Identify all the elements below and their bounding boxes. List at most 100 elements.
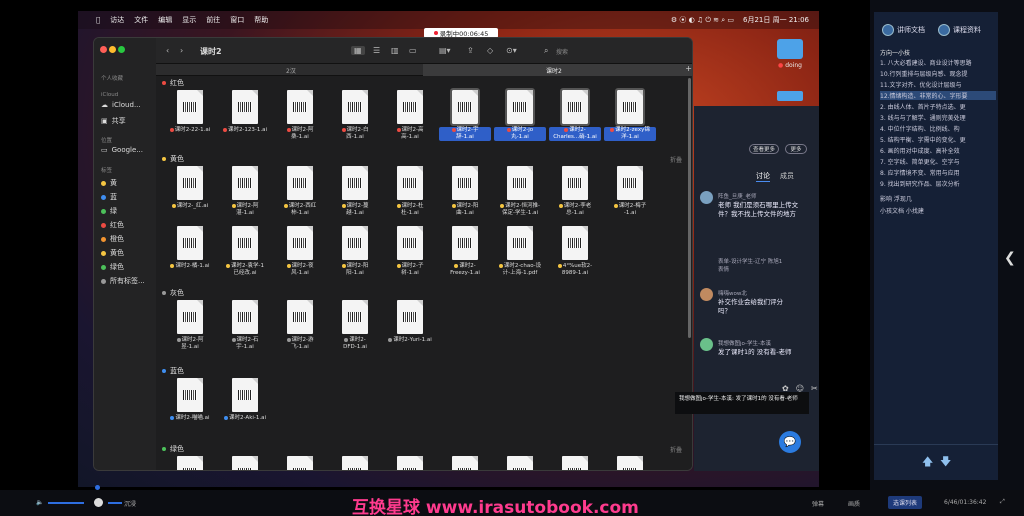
outline-item[interactable]: 4. 中位什字结构、比例线、构 (880, 124, 996, 133)
search-input[interactable]: 搜索 (556, 47, 568, 56)
tab-1[interactable]: 2汉 (286, 66, 296, 75)
sidebar-item-shared[interactable]: ▣ 共享 (101, 116, 126, 126)
outline-item[interactable]: 1. 八大必看建设、商业设计等思路 (880, 58, 996, 67)
group-header[interactable]: 绿色 (162, 444, 184, 454)
quality-toggle[interactable]: 画质 (848, 499, 860, 508)
sidebar-tag[interactable]: 黄色 (101, 248, 124, 258)
cut-icon[interactable]: ✂ (811, 384, 818, 393)
sidebar-tag[interactable]: 红色 (101, 220, 124, 230)
file-item[interactable]: 课时2-Yuri-1.ai (384, 300, 436, 362)
progress-handle[interactable] (95, 485, 100, 490)
clock[interactable]: 6月21日 周一 21:06 (743, 15, 809, 25)
group-header[interactable]: 红色 (162, 78, 184, 88)
file-item[interactable] (549, 456, 601, 470)
group-header[interactable]: 黄色 (162, 154, 184, 164)
slider-handle[interactable] (94, 498, 103, 507)
sidebar-tag[interactable]: 蓝 (101, 192, 117, 202)
forward-icon[interactable]: › (180, 46, 183, 55)
gallery-view-icon[interactable]: ▭ (409, 46, 417, 55)
lecturer-doc-button[interactable]: 讲师文档 (882, 24, 925, 36)
menu-item[interactable]: 显示 (182, 15, 196, 25)
file-item[interactable]: 课时2-Aki-1.ai (219, 378, 271, 440)
immersive-label[interactable]: 沉浸 (124, 499, 136, 508)
file-item[interactable]: 课时2- Charles...硝-1.ai (549, 88, 601, 152)
file-item[interactable] (329, 456, 381, 470)
fullscreen-icon[interactable]: ⤢ (1000, 498, 1005, 506)
speed-slider[interactable] (108, 502, 122, 504)
outline-item[interactable]: 8. 应字情境不变、常用与应用 (880, 168, 996, 177)
sidebar-tag[interactable]: 黄 (101, 178, 117, 188)
file-item[interactable] (439, 456, 491, 470)
file-item[interactable]: 课时2-恒河推- 保定-学生-1.ai (494, 166, 546, 228)
apple-icon[interactable]:  (96, 16, 100, 24)
file-item[interactable] (494, 456, 546, 470)
volume-icon[interactable]: 🔈 (36, 499, 43, 506)
file-item[interactable]: 4°%ue软2- 8989-1.ai (549, 226, 601, 288)
sidebar-item-google[interactable]: ▭ Google... (101, 146, 143, 154)
file-item[interactable] (164, 456, 216, 470)
menu-item[interactable]: 前往 (206, 15, 220, 25)
outline-item[interactable]: 12.情绪构造、非常的心、字形要 (880, 91, 996, 100)
file-item[interactable]: 课时2-白 西-1.ai (329, 90, 381, 152)
file-item[interactable]: 课时2-西红 柿-1.ai (274, 166, 326, 228)
action-icon[interactable]: ⊙▾ (506, 46, 517, 55)
file-item[interactable]: 课时2-阿 昱-1.ai (164, 300, 216, 362)
file-item[interactable]: 课时2-阿 湛-1.ai (219, 166, 271, 228)
file-item[interactable]: 课时2-宇 辞-1.ai (439, 88, 491, 152)
scrollbar[interactable] (688, 78, 691, 338)
file-item[interactable]: 课时2-蔓 越-1.ai (329, 166, 381, 228)
add-tab-icon[interactable]: + (685, 64, 692, 73)
file-item[interactable]: 课时2-夜 风-1.ai (274, 226, 326, 288)
file-item[interactable]: 课时2- DFD-1.ai (329, 300, 381, 362)
file-item[interactable]: 课时2-游 飞-1.ai (274, 300, 326, 362)
back-icon[interactable]: ‹ (166, 46, 169, 55)
file-item[interactable]: 课时2-橘-1.ai (164, 226, 216, 288)
more-button[interactable]: 更多 (785, 144, 807, 154)
list-view-icon[interactable]: ☰ (373, 46, 380, 55)
file-item[interactable]: 课时2-阳 阳-1.ai (329, 226, 381, 288)
tab-2[interactable]: 课时2 (546, 66, 562, 75)
folder-icon[interactable] (777, 91, 803, 101)
outline-item[interactable]: 3. 线与与了解学、通则完美处理 (880, 113, 996, 122)
sidebar-tag[interactable]: 绿色 (101, 262, 124, 272)
icon-view-icon[interactable]: ▦ (351, 46, 365, 55)
file-item[interactable]: 课时2-chao-设 计-上海-1.pdf (494, 226, 546, 288)
volume-slider[interactable] (48, 502, 84, 504)
tag-icon[interactable]: ◇ (487, 46, 493, 55)
search-icon[interactable]: ⌕ (544, 46, 548, 56)
menu-item[interactable]: 窗口 (230, 15, 244, 25)
zoom-icon[interactable] (118, 46, 125, 53)
file-item[interactable]: 课时2-_红.ai (164, 166, 216, 228)
outline-item[interactable]: 5. 结构平衡、字需中的变化、更 (880, 135, 996, 144)
tab-members[interactable]: 成员 (780, 171, 794, 181)
up-arrow-icon[interactable]: 🡅 (922, 453, 933, 472)
collapse-toggle[interactable]: 折叠 (670, 155, 682, 164)
down-arrow-icon[interactable]: 🡇 (940, 453, 951, 472)
file-item[interactable]: 课时2-阳 曲-1.ai (439, 166, 491, 228)
file-item[interactable] (604, 456, 656, 470)
desktop-folder[interactable]: ● doing (770, 39, 810, 69)
file-item[interactable]: 课时2-22-1.ai (164, 90, 216, 152)
sidebar-tag[interactable]: 橙色 (101, 234, 124, 244)
outline-item[interactable]: 11.文字对齐、优化设计层级与 (880, 80, 996, 89)
menu-item[interactable]: 文件 (134, 15, 148, 25)
share-icon[interactable]: ⇪ (467, 46, 474, 55)
outline-item[interactable]: 10.行列重排与层级向感、观念提 (880, 69, 996, 78)
outline-item[interactable]: 小孩文档 小找建 (880, 206, 996, 215)
tab-discussion[interactable]: 讨论 (756, 171, 770, 182)
danmaku-toggle[interactable]: 弹幕 (812, 499, 824, 508)
group-header[interactable]: 蓝色 (162, 366, 184, 376)
file-item[interactable]: 课时2-李老 总-1.ai (549, 166, 601, 228)
file-item[interactable]: 课时2- Freezy-1.ai (439, 226, 491, 288)
status-icons[interactable]: ⚙ ⦿ ◐ ♫ ⏻ ≋ ⌕ ▭ (671, 15, 734, 25)
sidebar-tag[interactable]: 绿 (101, 206, 117, 216)
group-header[interactable]: 灰色 (162, 288, 184, 298)
outline-item[interactable]: 6. 画的用对中成度、高补全效 (880, 146, 996, 155)
outline-item[interactable]: 9. 找出到研究作品、层次分析 (880, 179, 996, 188)
course-list-button[interactable]: 选课列表 (888, 496, 923, 509)
file-item[interactable]: 课时2-喵喵.ai (164, 378, 216, 440)
sidebar-tag[interactable]: 所有标签... (101, 276, 145, 286)
file-item[interactable]: 课时2-jo 丸-1.ai (494, 88, 546, 152)
view-more-button[interactable]: 查看更多 (749, 144, 779, 154)
group-icon[interactable]: ▤▾ (439, 46, 451, 55)
